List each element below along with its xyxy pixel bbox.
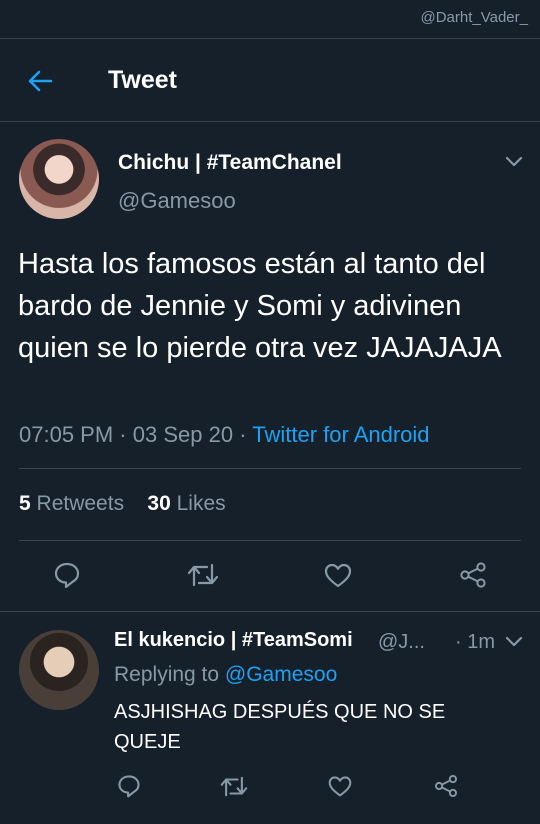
likes-stat[interactable]: 30 Likes [147,492,225,515]
like-icon [328,776,352,797]
chevron-down-icon [505,636,523,646]
reply-icon [54,562,80,589]
tweet-source-link[interactable]: Twitter for Android [252,422,429,447]
author-display-name[interactable]: Chichu | #TeamChanel [118,151,342,175]
reply-author-display-name[interactable]: El kukencio | #TeamSomi [114,629,353,652]
chevron-down-icon [505,156,523,166]
meta-separator: · [239,422,247,447]
divider [0,611,540,612]
back-arrow-icon [28,70,53,92]
reply-like-button[interactable] [320,766,360,806]
tweet-meta: 07:05 PM · 03 Sep 20 · Twitter for Andro… [19,422,430,448]
reply-timestamp: · 1m [455,631,495,653]
tweet-text: Hasta los famosos están al tanto del bar… [18,248,502,364]
meta-separator: · [119,422,127,447]
reply-author-handle[interactable]: @J... [378,631,425,654]
replying-prefix: Replying to [114,663,220,686]
retweet-button[interactable] [183,555,223,595]
replying-mention-link[interactable]: @Gamesoo [225,663,337,686]
retweets-label: Retweets [36,492,125,515]
retweet-icon [187,563,219,587]
divider [19,468,521,469]
retweet-icon [220,776,248,796]
share-icon [460,562,486,588]
likes-count: 30 [147,492,171,515]
likes-label: Likes [176,492,226,515]
retweets-stat[interactable]: 5 Retweets [19,492,124,515]
reply-menu-button[interactable] [504,634,524,648]
like-button[interactable] [318,555,358,595]
reply-avatar[interactable] [19,630,99,710]
back-button[interactable] [22,63,58,99]
tweet-date: 03 Sep 20 [132,422,234,447]
reply-share-button[interactable] [426,766,466,806]
reply-text: ASJHISHAG DESPUÉS QUE NO SE QUEJE [114,701,446,753]
like-icon [324,563,352,588]
reply-retweet-button[interactable] [214,766,254,806]
reply-reply-button[interactable] [109,766,149,806]
divider [19,540,521,541]
tweet-time: 07:05 PM [19,422,114,447]
reply-icon [118,775,140,798]
replying-to: Replying to @Gamesoo [114,663,337,687]
retweets-count: 5 [19,492,31,515]
share-icon [434,774,458,798]
top-bar: Tweet [0,38,540,122]
avatar[interactable] [19,139,99,219]
author-handle[interactable]: @Gamesoo [118,188,236,214]
watermark-handle: @Darht_Vader_ [420,9,528,26]
page-title: Tweet [108,66,177,94]
tweet-stats: 5 Retweets 30 Likes [19,492,226,516]
tweet-menu-button[interactable] [504,154,524,168]
share-button[interactable] [453,555,493,595]
reply-button[interactable] [47,555,87,595]
